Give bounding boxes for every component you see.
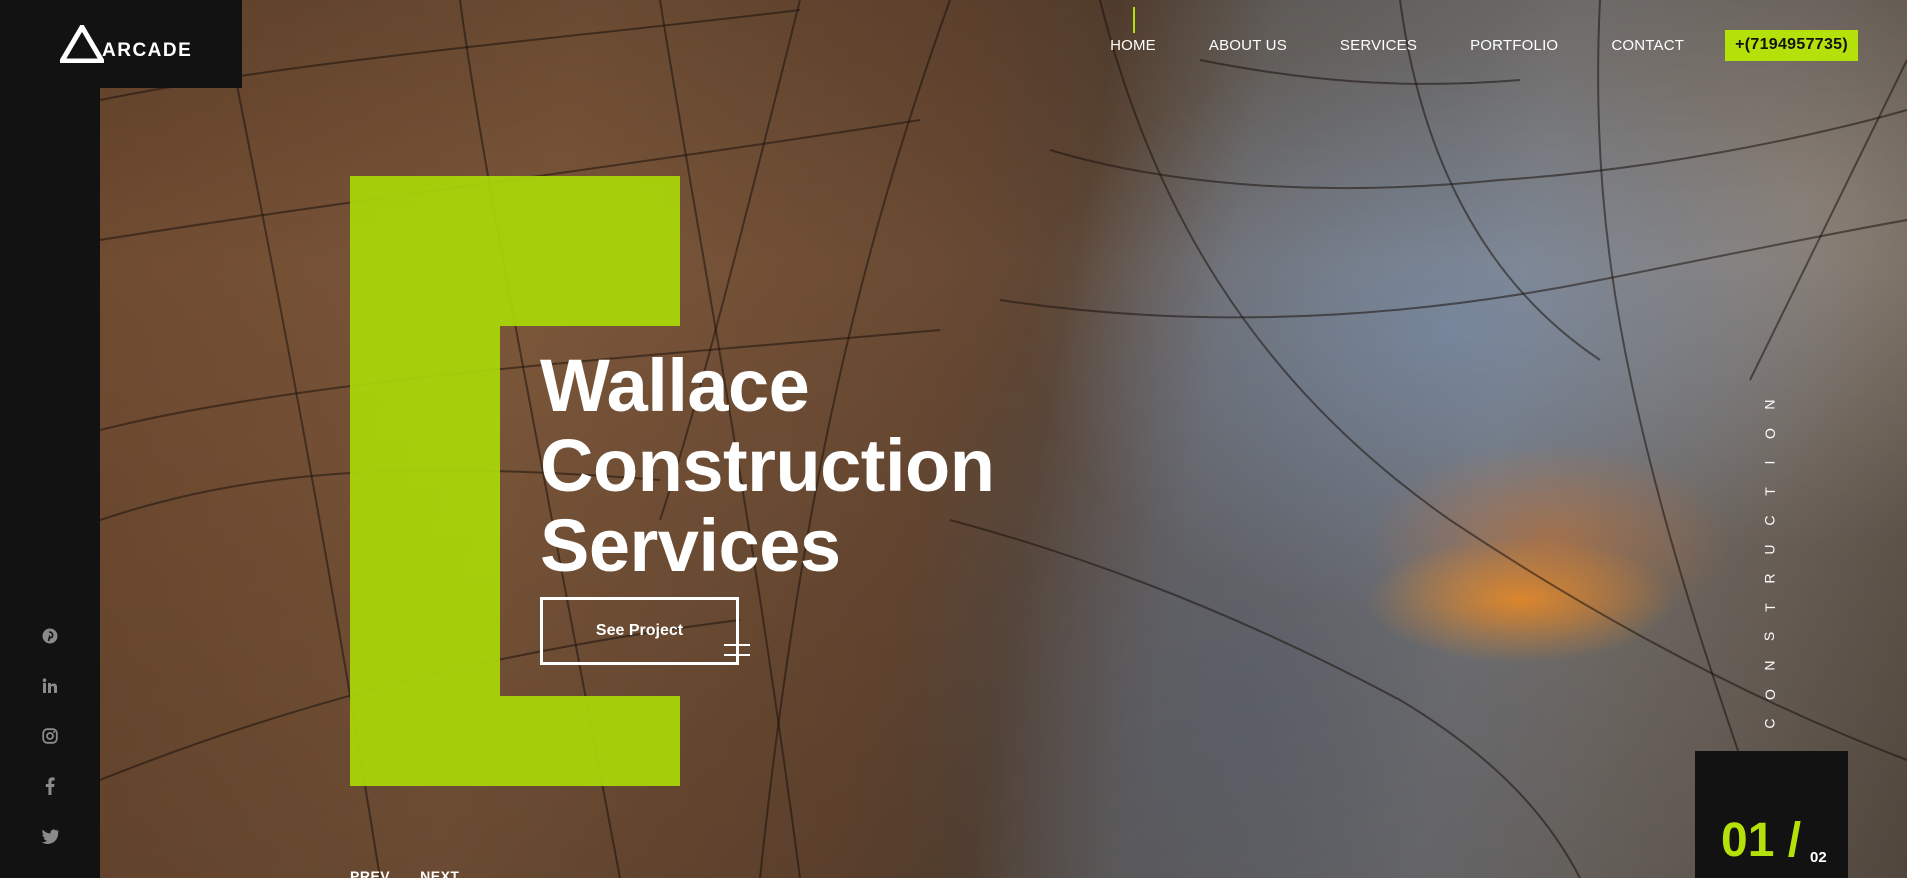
vertical-letter: N bbox=[1761, 660, 1778, 671]
linkedin-icon[interactable] bbox=[38, 674, 62, 698]
vertical-construction-label: N O I T C U R T S N O C bbox=[1760, 390, 1780, 740]
vertical-letter: N bbox=[1761, 399, 1778, 410]
slide-counter-total: 02 bbox=[1810, 849, 1827, 866]
vertical-letter: R bbox=[1761, 573, 1778, 584]
instagram-icon[interactable] bbox=[38, 724, 62, 748]
see-project-button[interactable]: See Project bbox=[540, 597, 750, 665]
twitter-icon[interactable] bbox=[38, 824, 62, 848]
logo[interactable]: ARCADE bbox=[0, 0, 242, 88]
brand-name: ARCADE bbox=[102, 40, 193, 61]
hero-title: Wallace Construction Services bbox=[540, 344, 995, 587]
slide-counter: 01 / 02 bbox=[1695, 751, 1848, 878]
nav-contact[interactable]: CONTACT bbox=[1611, 37, 1684, 54]
hero-title-line-3: Services bbox=[540, 504, 841, 587]
vertical-letter: C bbox=[1761, 718, 1778, 729]
facebook-icon[interactable] bbox=[38, 774, 62, 798]
hero-title-line-2: Construction bbox=[540, 424, 995, 507]
vertical-letter: S bbox=[1761, 631, 1778, 642]
nav-home[interactable]: HOME bbox=[1110, 7, 1156, 54]
hero-title-line-1: Wallace bbox=[540, 344, 810, 427]
next-button[interactable]: NEXT bbox=[420, 868, 459, 878]
nav-portfolio[interactable]: PORTFOLIO bbox=[1470, 37, 1558, 54]
nav-about-us[interactable]: ABOUT US bbox=[1209, 37, 1287, 54]
pinterest-icon[interactable] bbox=[38, 624, 62, 648]
nav-services[interactable]: SERVICES bbox=[1340, 37, 1417, 54]
see-project-label: See Project bbox=[595, 622, 684, 639]
vertical-letter: C bbox=[1761, 515, 1778, 526]
vertical-letter: T bbox=[1761, 603, 1778, 612]
prev-button[interactable]: PREV bbox=[350, 868, 390, 878]
main-nav: HOME ABOUT US SERVICES PORTFOLIO CONTACT… bbox=[1110, 7, 1858, 61]
logo-triangle-icon bbox=[60, 25, 104, 63]
vertical-letter: O bbox=[1761, 428, 1778, 439]
button-decoration bbox=[724, 644, 750, 656]
slide-counter-current: 01 / bbox=[1721, 814, 1802, 867]
vertical-letter: I bbox=[1761, 460, 1778, 465]
slider-nav: PREV NEXT bbox=[350, 868, 489, 878]
vertical-letter: T bbox=[1761, 487, 1778, 496]
vertical-letter: U bbox=[1761, 544, 1778, 555]
phone-button[interactable]: +(7194957735) bbox=[1725, 30, 1858, 61]
vertical-letter: O bbox=[1761, 689, 1778, 700]
social-links bbox=[38, 624, 62, 874]
